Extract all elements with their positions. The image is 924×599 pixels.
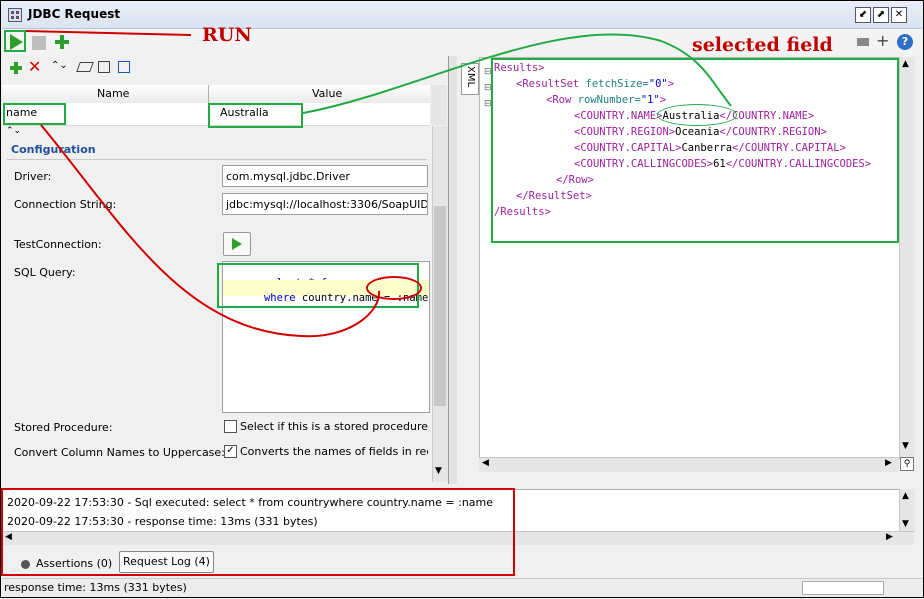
jdbc-request-window: JDBC Request ⬋ ⬈ ✕ RUN selected field + … [0,0,924,598]
annotation-arrows [25,30,732,338]
